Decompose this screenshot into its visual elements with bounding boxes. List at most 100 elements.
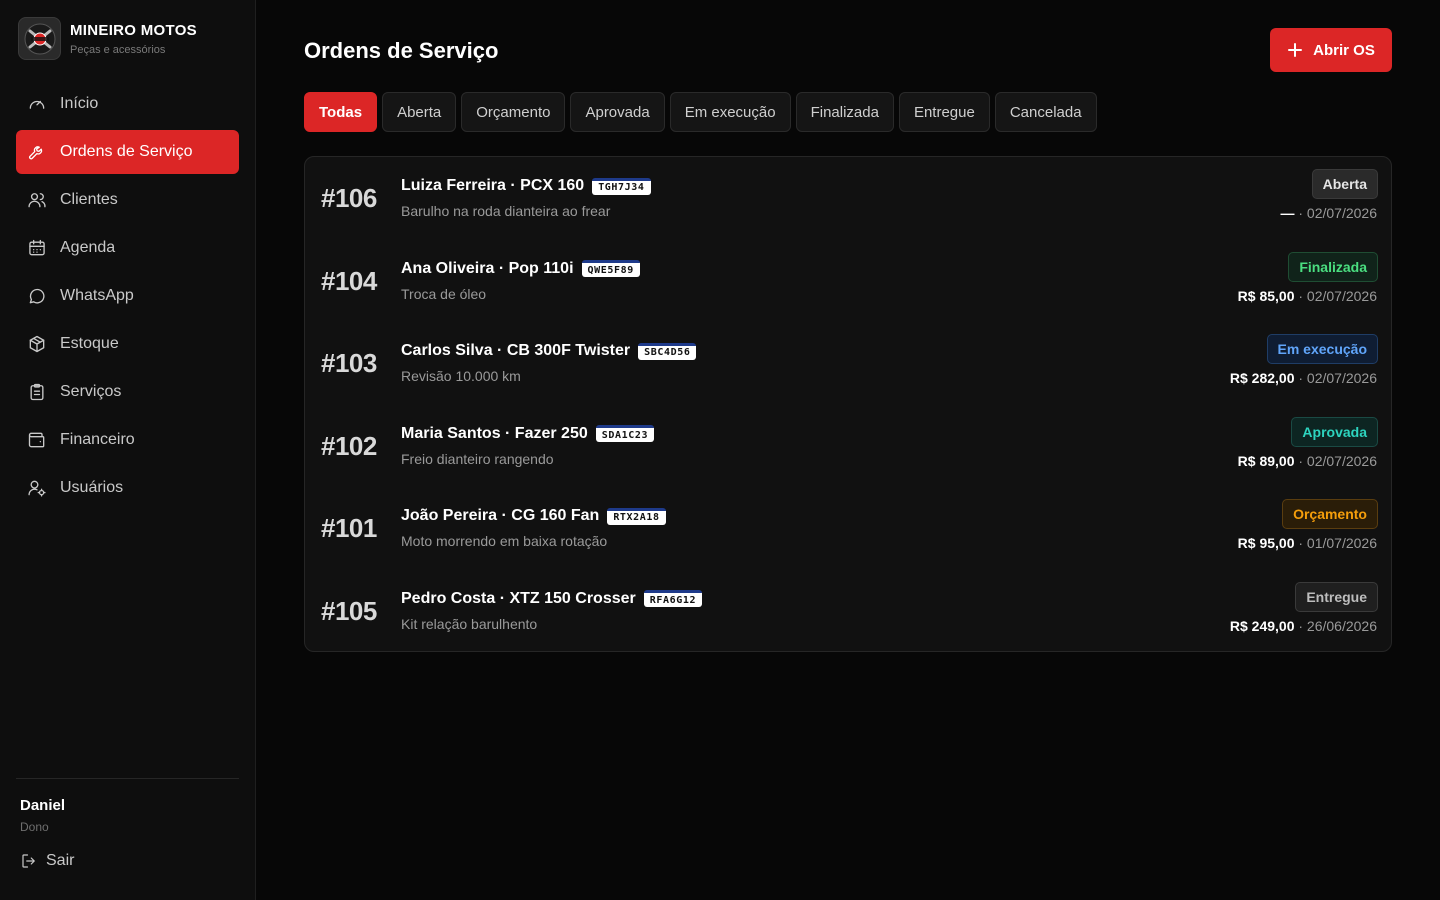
wrench-icon (27, 142, 47, 162)
order-description: Revisão 10.000 km (401, 368, 521, 384)
order-customer-vehicle: Luiza Ferreira · PCX 160 (401, 177, 585, 194)
open-order-button[interactable]: Abrir OS (1270, 28, 1392, 72)
logout-button[interactable]: Sair (20, 852, 239, 870)
user-cog-icon (27, 478, 47, 498)
sidebar-item-label: Estoque (60, 335, 119, 352)
sidebar-item-label: Usuários (60, 479, 124, 496)
logout-label: Sair (46, 852, 75, 869)
tab-todas[interactable]: Todas (304, 92, 378, 132)
sidebar-item-clientes[interactable]: Clientes (16, 178, 239, 222)
license-plate: QWE5F89 (581, 260, 640, 277)
plus-icon (1288, 43, 1303, 57)
order-row[interactable]: #104 Ana Oliveira · Pop 110i QWE5F89 Tro… (305, 240, 1393, 322)
order-customer-vehicle: João Pereira · CG 160 Fan (401, 507, 600, 524)
license-plate: SBC4D56 (638, 342, 697, 360)
sidebar-item-label: Agenda (60, 239, 116, 256)
order-description: Barulho na roda dianteira ao frear (401, 203, 611, 219)
status-badge: Em execução (1266, 334, 1378, 364)
tab-aprovada[interactable]: Aprovada (570, 92, 665, 132)
brand[interactable]: MINEIRO MOTOS Peças e acessórios (18, 17, 197, 60)
sidebar-item-agenda[interactable]: Agenda (16, 226, 239, 270)
order-description: Freio dianteiro rangendo (401, 450, 554, 467)
order-id: #103 (321, 348, 377, 378)
sidebar-item-label: Financeiro (60, 431, 135, 448)
order-id: #105 (321, 595, 377, 626)
sidebar-item-label: Início (60, 95, 99, 112)
license-plate: SDA1C23 (595, 425, 655, 442)
status-filter-tabs: Todas Aberta Orçamento Aprovada Em execu… (304, 92, 1102, 132)
chat-icon (27, 286, 47, 306)
motorcycle-logo-icon (24, 23, 55, 54)
brand-name: MINEIRO MOTOS (70, 21, 197, 39)
sidebar-item-label: Serviços (60, 383, 122, 400)
sidebar-item-whatsapp[interactable]: WhatsApp (16, 274, 239, 318)
tab-orcamento[interactable]: Orçamento (461, 92, 566, 132)
order-price: — (1280, 205, 1295, 221)
package-icon (27, 334, 47, 354)
order-id: #102 (321, 430, 377, 461)
order-description: Troca de óleo (401, 285, 487, 302)
order-date: · 26/06/2026 (1298, 617, 1377, 634)
tab-aberta[interactable]: Aberta (382, 92, 457, 132)
order-price: R$ 95,00 (1237, 535, 1295, 551)
order-row[interactable]: #106 Luiza Ferreira · PCX 160 TGH7J34 Ba… (305, 157, 1393, 239)
license-plate: RTX2A18 (607, 507, 666, 525)
order-description: Moto morrendo em baixa rotação (401, 533, 608, 549)
sidebar-item-financeiro[interactable]: Financeiro (16, 418, 239, 462)
status-badge: Entregue (1295, 581, 1378, 612)
users-icon (27, 190, 47, 210)
order-customer-vehicle: Carlos Silva · CB 300F Twister (401, 342, 631, 359)
order-date: · 02/07/2026 (1298, 452, 1377, 469)
status-badge: Aprovada (1291, 416, 1378, 447)
tab-finalizada[interactable]: Finalizada (795, 92, 894, 132)
order-customer-vehicle: Pedro Costa · XTZ 150 Crosser (401, 589, 636, 607)
order-date: · 02/07/2026 (1298, 287, 1377, 304)
clipboard-icon (27, 382, 47, 402)
sidebar-nav: Início Ordens de Serviço Clientes Agenda… (16, 82, 239, 514)
order-row[interactable]: #105 Pedro Costa · XTZ 150 Crosser RFA6G… (305, 570, 1393, 652)
order-row[interactable]: #102 Maria Santos · Fazer 250 SDA1C23 Fr… (305, 405, 1393, 487)
wallet-icon (27, 430, 47, 450)
open-order-label: Abrir OS (1313, 41, 1375, 59)
sidebar-item-label: Clientes (60, 191, 118, 208)
order-customer-vehicle: Maria Santos · Fazer 250 (401, 424, 588, 442)
brand-subtitle: Peças e acessórios (70, 43, 166, 56)
sidebar-item-label: Ordens de Serviço (60, 143, 193, 160)
logout-icon (22, 854, 35, 868)
order-price: R$ 85,00 (1237, 287, 1295, 304)
status-badge: Orçamento (1282, 499, 1378, 529)
order-id: #104 (321, 265, 377, 296)
orders-list: #106 Luiza Ferreira · PCX 160 TGH7J34 Ba… (304, 156, 1392, 652)
brand-logo (18, 17, 61, 60)
order-price: R$ 89,00 (1237, 452, 1295, 469)
sidebar-item-label: WhatsApp (60, 287, 134, 304)
order-date: · 02/07/2026 (1298, 370, 1377, 386)
order-price: R$ 249,00 (1229, 617, 1295, 634)
order-description: Kit relação barulhento (401, 615, 538, 632)
order-date: · 01/07/2026 (1298, 535, 1377, 551)
order-row[interactable]: #103 Carlos Silva · CB 300F Twister SBC4… (305, 322, 1393, 404)
tab-entregue[interactable]: Entregue (898, 92, 990, 132)
tab-cancelada[interactable]: Cancelada (994, 92, 1097, 132)
sidebar-item-usuarios[interactable]: Usuários (16, 466, 239, 510)
order-customer-vehicle: Ana Oliveira · Pop 110i (401, 259, 574, 277)
gauge-icon (27, 94, 47, 114)
order-id: #106 (321, 183, 377, 213)
sidebar-item-servicos[interactable]: Serviços (16, 370, 239, 414)
sidebar: MINEIRO MOTOS Peças e acessórios Início … (0, 0, 256, 900)
user-name: Daniel (20, 797, 66, 814)
page-title: Ordens de Serviço (304, 38, 499, 63)
sidebar-item-inicio[interactable]: Início (16, 82, 239, 126)
license-plate: TGH7J34 (592, 177, 651, 195)
sidebar-item-ordens[interactable]: Ordens de Serviço (16, 130, 239, 174)
status-badge: Finalizada (1288, 251, 1378, 282)
order-row[interactable]: #101 João Pereira · CG 160 Fan RTX2A18 M… (305, 487, 1393, 569)
order-date: · 02/07/2026 (1298, 205, 1377, 221)
calendar-icon (27, 238, 47, 258)
status-badge: Aberta (1311, 169, 1378, 199)
order-price: R$ 282,00 (1229, 370, 1295, 386)
tab-em-execucao[interactable]: Em execução (669, 92, 791, 132)
sidebar-item-estoque[interactable]: Estoque (16, 322, 239, 366)
order-id: #101 (321, 513, 377, 543)
user-role: Dono (20, 820, 49, 834)
